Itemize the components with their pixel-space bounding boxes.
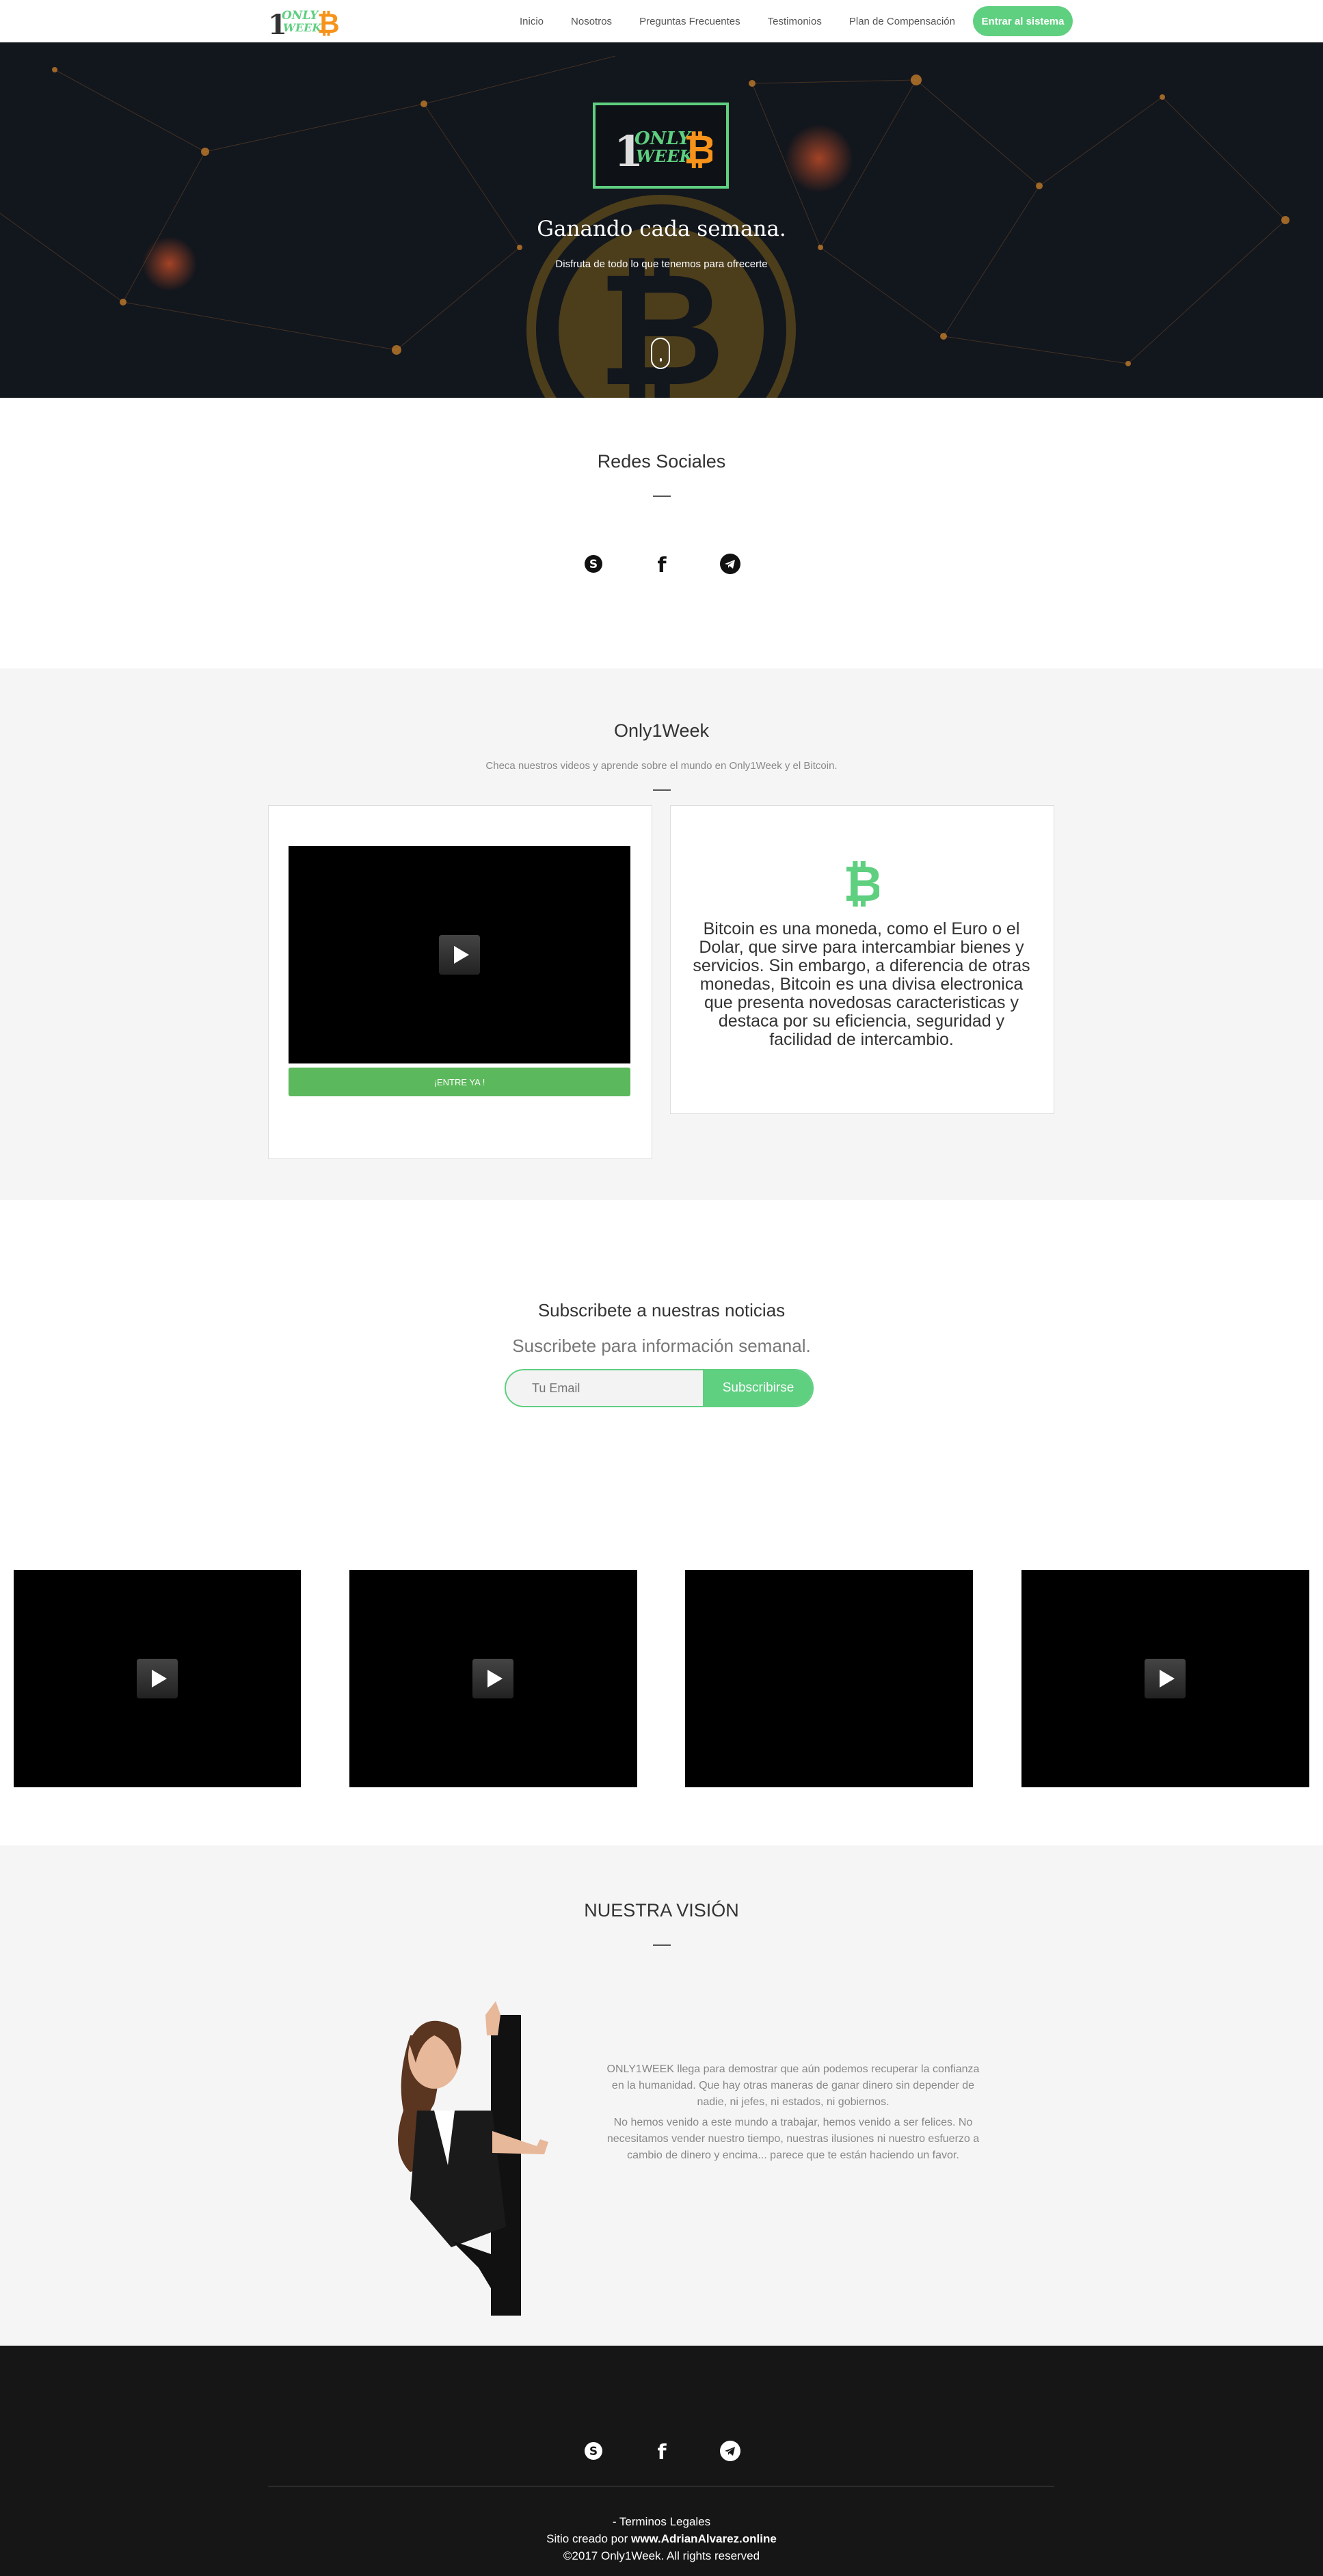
svg-text:f: f bbox=[657, 554, 667, 574]
nav-link-preguntas[interactable]: Preguntas Frecuentes bbox=[639, 16, 740, 27]
subscribe-title: Subscribete a nuestras noticias bbox=[537, 1300, 786, 1320]
vision-title-underline bbox=[653, 1944, 671, 1946]
terms-link[interactable]: - Terminos Legales bbox=[0, 2515, 1323, 2529]
play-icon[interactable] bbox=[137, 1659, 178, 1698]
svg-text:₿: ₿ bbox=[317, 8, 339, 38]
video-4[interactable] bbox=[1021, 1570, 1309, 1787]
hero-banner: ₿ 1 ONLY WEEK ₿ Ganando cada semana. Dis… bbox=[0, 42, 1323, 398]
subscribe-form: Subscribirse bbox=[505, 1369, 814, 1407]
nav-link-inicio[interactable]: Inicio bbox=[520, 16, 544, 27]
nav-link-testimonios[interactable]: Testimonios bbox=[768, 16, 822, 27]
footer-credit-prefix: Sitio creado por bbox=[546, 2532, 631, 2545]
facebook-icon[interactable]: f bbox=[648, 550, 676, 578]
subscribe-button[interactable]: Subscribirse bbox=[703, 1370, 812, 1406]
subscribe-description: Suscribete para información semanal. bbox=[512, 1336, 811, 1356]
top-navbar: 1 ONLY WEEK ₿ Inicio Nosotros Preguntas … bbox=[0, 0, 1323, 42]
video-3[interactable] bbox=[685, 1570, 973, 1787]
svg-text:WEEK: WEEK bbox=[283, 21, 322, 34]
footer-social-links: S f bbox=[580, 2437, 744, 2465]
bitcoin-description: Bitcoin es una moneda, como el Euro o el… bbox=[693, 919, 1030, 1049]
svg-text:S: S bbox=[589, 558, 598, 571]
social-title-underline bbox=[653, 496, 671, 497]
hero-subtitle: Disfruta de todo lo que tenemos para ofr… bbox=[555, 258, 768, 270]
video-2[interactable] bbox=[349, 1570, 637, 1787]
about-description: Checa nuestros videos y aprende sobre el… bbox=[485, 760, 838, 772]
social-title: Redes Sociales bbox=[597, 451, 726, 472]
businesswoman-image bbox=[398, 2001, 548, 2316]
svg-text:₿: ₿ bbox=[684, 126, 712, 173]
vision-text: ONLY1WEEK llega para demostrar que aún p… bbox=[602, 2061, 985, 2168]
bitcoin-icon: ₿ bbox=[846, 858, 879, 908]
site-logo[interactable]: 1 ONLY WEEK ₿ bbox=[268, 4, 339, 38]
hero-logo-image: 1 ONLY WEEK ₿ bbox=[614, 126, 712, 173]
play-icon[interactable] bbox=[472, 1659, 513, 1698]
vision-title: NUESTRA VISIÓN bbox=[584, 1900, 739, 1921]
scroll-down-icon[interactable] bbox=[651, 338, 670, 369]
telegram-icon[interactable] bbox=[717, 2437, 744, 2465]
telegram-icon[interactable] bbox=[717, 550, 744, 578]
svg-text:S: S bbox=[589, 2445, 598, 2458]
svg-text:f: f bbox=[657, 2441, 667, 2461]
email-field[interactable] bbox=[506, 1370, 703, 1406]
nav-link-nosotros[interactable]: Nosotros bbox=[571, 16, 612, 27]
svg-text:₿: ₿ bbox=[846, 858, 879, 908]
skype-icon[interactable]: S bbox=[580, 2437, 607, 2465]
hero-title: Ganando cada semana. bbox=[537, 217, 786, 241]
about-title-underline bbox=[653, 789, 671, 791]
video-1[interactable] bbox=[14, 1570, 301, 1787]
author-link[interactable]: www.AdrianAlvarez.online bbox=[631, 2532, 777, 2545]
social-links: S f bbox=[580, 550, 744, 578]
skype-icon[interactable]: S bbox=[580, 550, 607, 578]
featured-video[interactable] bbox=[289, 846, 630, 1063]
facebook-icon[interactable]: f bbox=[648, 2437, 676, 2465]
footer-credit: Sitio creado por www.AdrianAlvarez.onlin… bbox=[0, 2532, 1323, 2546]
svg-text:ONLY: ONLY bbox=[282, 9, 319, 23]
about-title: Only1Week bbox=[613, 720, 710, 741]
hero-logo: 1 ONLY WEEK ₿ bbox=[593, 103, 729, 189]
vision-paragraph-2: No hemos venido a este mundo a trabajar,… bbox=[606, 2117, 980, 2161]
play-icon[interactable] bbox=[1145, 1659, 1186, 1698]
login-button[interactable]: Entrar al sistema bbox=[973, 6, 1073, 36]
copyright: ©2017 Only1Week. All rights reserved bbox=[563, 2549, 760, 2562]
enter-now-button[interactable]: ¡ENTRE YA ! bbox=[289, 1068, 630, 1096]
about-section bbox=[0, 668, 1323, 1200]
play-icon[interactable] bbox=[439, 935, 480, 975]
nav-link-plan[interactable]: Plan de Compensación bbox=[849, 16, 955, 27]
vision-paragraph-1: ONLY1WEEK llega para demostrar que aún p… bbox=[606, 2063, 980, 2108]
